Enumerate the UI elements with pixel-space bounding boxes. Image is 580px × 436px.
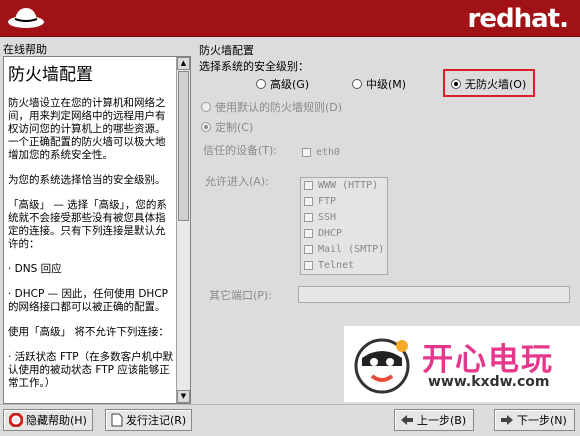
next-button[interactable]: 下一步(N) (494, 409, 575, 431)
radio-selected-icon[interactable] (201, 122, 211, 132)
help-paragraph: · DNS 回应 (8, 263, 62, 275)
arrow-left-icon (401, 415, 413, 425)
bottom-bar: 隐藏帮助(H) 发行注记(R) 上一步(B) 下一步(N) (0, 404, 580, 436)
help-paragraph: 使用「高级」 将不允许下列连接： (8, 326, 169, 338)
other-ports-label: 其它端口(P): (209, 289, 272, 302)
document-icon (111, 413, 123, 427)
lifebuoy-icon (9, 413, 23, 427)
service-dhcp[interactable]: DHCP (304, 228, 342, 239)
help-paragraph: 防火墙设立在您的计算机和网络之间，用来判定网络中的远程用户有权访问您的计算机上的… (8, 97, 166, 161)
trusted-devices-label: 信任的设备(T): (203, 144, 278, 157)
scroll-down-icon[interactable]: ▼ (177, 390, 190, 403)
scroll-up-icon[interactable]: ▲ (177, 57, 190, 70)
radio-level-medium[interactable]: 中级(M) (352, 76, 406, 92)
watermark-url: www.kxdw.com (428, 374, 550, 390)
help-content: 防火墙配置 防火墙设立在您的计算机和网络之间，用来判定网络中的远程用户有权访问您… (8, 61, 174, 402)
checkbox-icon[interactable] (304, 261, 313, 270)
back-button[interactable]: 上一步(B) (394, 409, 474, 431)
other-ports-input[interactable] (298, 286, 570, 303)
redhat-shadowman-icon (8, 8, 44, 28)
trusted-device-eth0[interactable]: eth0 (302, 147, 340, 158)
help-paragraph: 「高级」 — 选择「高级」，您的系统就不会接受那些没有被您具体指定的连接。只有下… (8, 199, 167, 250)
checkbox-icon[interactable] (304, 229, 313, 238)
radio-level-high[interactable]: 高级(G) (256, 76, 309, 92)
header-bar: redhat. (0, 0, 580, 37)
help-paragraph: · 活跃状态 FTP（在多数客户机中默认使用的被动状态 FTP 应该能够正常工作… (8, 351, 174, 389)
watermark-title: 开心电玩 (422, 342, 554, 378)
help-scrollbar[interactable]: ▲ ▼ (176, 57, 190, 403)
arrow-right-icon (501, 415, 513, 425)
scroll-thumb[interactable] (178, 71, 189, 221)
help-title: 防火墙配置 (8, 65, 93, 85)
service-telnet[interactable]: Telnet (304, 260, 354, 271)
help-paragraph: 为您的系统选择恰当的安全级别。 (8, 174, 166, 186)
checkbox-icon[interactable] (304, 245, 313, 254)
release-notes-button[interactable]: 发行注记(R) (105, 409, 193, 431)
checkbox-icon[interactable] (304, 213, 313, 222)
checkbox-icon[interactable] (302, 148, 311, 157)
radio-level-none[interactable]: 无防火墙(O) (451, 76, 526, 92)
service-ssh[interactable]: SSH (304, 212, 336, 223)
hide-help-button[interactable]: 隐藏帮助(H) (3, 409, 93, 431)
radio-use-default[interactable]: 使用默认的防火墙规则(D) (201, 99, 342, 115)
mascot-icon (354, 338, 410, 394)
radio-icon[interactable] (352, 79, 362, 89)
radio-icon[interactable] (256, 79, 266, 89)
help-panel-label: 在线帮助 (3, 43, 47, 56)
help-pane[interactable]: 防火墙配置 防火墙设立在您的计算机和网络之间，用来判定网络中的远程用户有权访问您… (3, 56, 191, 404)
service-www[interactable]: WWW (HTTP) (304, 180, 378, 191)
security-level-label: 选择系统的安全级别： (199, 60, 309, 73)
brand-logo: redhat. (467, 4, 569, 34)
checkbox-icon[interactable] (304, 181, 313, 190)
allow-incoming-list[interactable]: WWW (HTTP) FTP SSH DHCP Mail (SMTP) Teln… (300, 177, 388, 275)
section-title: 防火墙配置 (199, 44, 254, 57)
radio-icon[interactable] (201, 102, 211, 112)
radio-custom[interactable]: 定制(C) (201, 119, 253, 135)
service-ftp[interactable]: FTP (304, 196, 336, 207)
allow-incoming-label: 允许进入(A): (205, 175, 269, 188)
radio-selected-icon[interactable] (451, 79, 461, 89)
help-paragraph: · DHCP — 因此，任何使用 DHCP 的网络接口都可以被正确的配置。 (8, 288, 168, 313)
service-smtp[interactable]: Mail (SMTP) (304, 244, 384, 255)
watermark: 开心电玩 www.kxdw.com (344, 326, 580, 402)
checkbox-icon[interactable] (304, 197, 313, 206)
